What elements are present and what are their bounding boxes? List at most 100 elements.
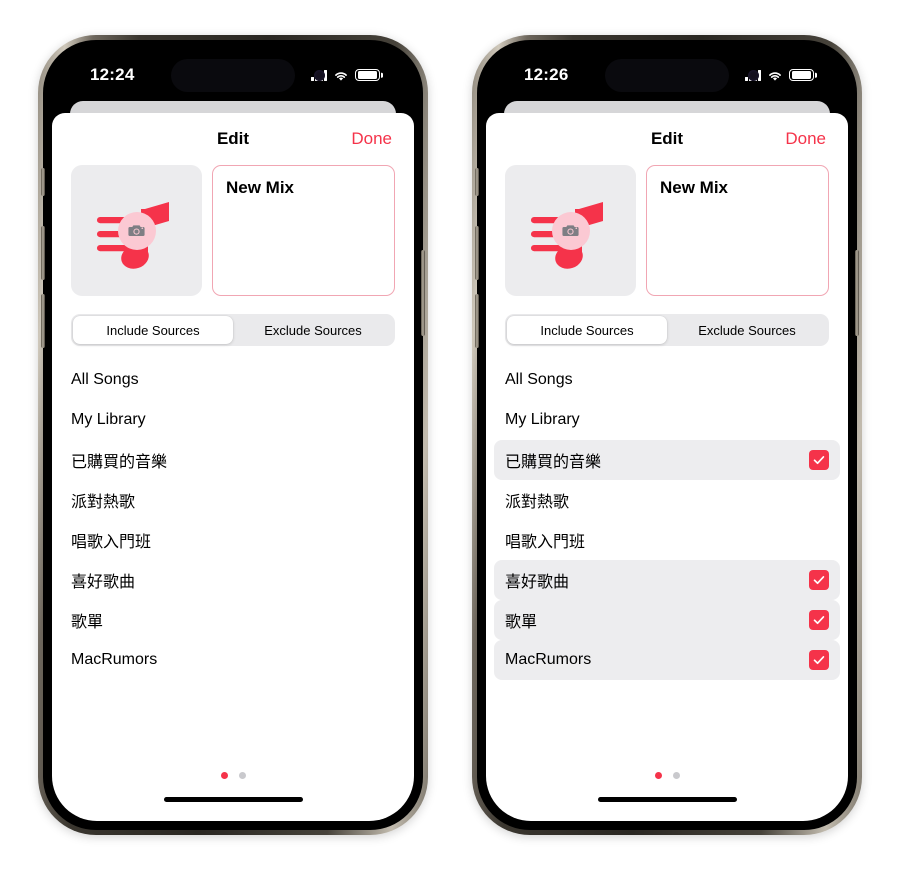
phone-right: 12:26 Edit Done New Mix Include Sources … xyxy=(472,35,862,835)
source-list-row[interactable]: 歌單 xyxy=(494,600,840,640)
playlist-header-row: New Mix xyxy=(486,165,848,296)
source-list-row[interactable]: MacRumors xyxy=(494,640,840,680)
volume-up-button[interactable] xyxy=(41,226,45,280)
camera-badge[interactable] xyxy=(551,211,590,250)
source-list-row[interactable]: 喜好歌曲 xyxy=(494,560,840,600)
dynamic-island xyxy=(605,59,759,92)
source-list-row[interactable]: All Songs xyxy=(494,360,840,400)
status-bar-clock: 12:24 xyxy=(90,65,135,84)
segmented-control: Include Sources Exclude Sources xyxy=(71,314,395,346)
page-dot[interactable] xyxy=(220,772,228,779)
source-list-row[interactable]: All Songs xyxy=(60,360,406,400)
source-list-row[interactable]: 派對熱歌 xyxy=(60,480,406,520)
device-screen: 12:26 Edit Done New Mix Include Sources … xyxy=(486,49,848,821)
segmented-control: Include Sources Exclude Sources xyxy=(505,314,829,346)
silent-switch-button[interactable] xyxy=(475,168,479,196)
wifi-icon xyxy=(333,69,349,81)
source-mode-toggle: Include Sources Exclude Sources xyxy=(486,296,848,346)
source-list-row[interactable]: 已購買的音樂 xyxy=(494,440,840,480)
page-dot[interactable] xyxy=(238,772,246,779)
source-label: 派對熱歌 xyxy=(505,494,570,511)
home-indicator[interactable] xyxy=(486,797,848,821)
source-label: 唱歌入門班 xyxy=(505,534,586,551)
source-list-row[interactable]: 派對熱歌 xyxy=(494,480,840,520)
source-label: My Library xyxy=(71,411,146,428)
source-label: 派對熱歌 xyxy=(71,494,136,511)
status-bar-clock: 12:26 xyxy=(524,65,569,84)
playlist-artwork-picker[interactable] xyxy=(71,165,202,296)
source-label: 喜好歌曲 xyxy=(71,574,136,591)
camera-icon xyxy=(562,225,579,237)
checkmark-icon xyxy=(813,656,825,665)
front-camera-icon xyxy=(314,70,325,81)
checkbox-checked[interactable] xyxy=(809,650,829,670)
page-dot[interactable] xyxy=(672,772,680,779)
checkmark-icon xyxy=(813,576,825,585)
playlist-name-input[interactable]: New Mix xyxy=(212,165,395,296)
volume-down-button[interactable] xyxy=(41,294,45,348)
device-screen: 12:24 Edit Done New Mix Include Sources … xyxy=(52,49,414,821)
source-label: All Songs xyxy=(71,371,139,388)
source-list-row[interactable]: 唱歌入門班 xyxy=(60,520,406,560)
power-button[interactable] xyxy=(855,250,859,336)
source-label: 歌單 xyxy=(505,614,538,631)
battery-icon xyxy=(355,68,380,82)
page-indicator[interactable] xyxy=(486,772,848,797)
edit-playlist-sheet: Edit Done New Mix Include Sources Exclud… xyxy=(486,113,848,821)
checkmark-icon xyxy=(813,616,825,625)
segment-include-sources[interactable]: Include Sources xyxy=(73,316,233,344)
checkbox-checked[interactable] xyxy=(809,570,829,590)
segment-exclude-sources[interactable]: Exclude Sources xyxy=(233,316,393,344)
phone-left: 12:24 Edit Done New Mix Include Sources … xyxy=(38,35,428,835)
page-dot[interactable] xyxy=(654,772,662,779)
page-indicator[interactable] xyxy=(52,772,414,797)
checkmark-icon xyxy=(813,456,825,465)
segment-include-sources[interactable]: Include Sources xyxy=(507,316,667,344)
page-title: Edit xyxy=(216,129,250,148)
battery-icon xyxy=(789,68,814,82)
checkbox-checked[interactable] xyxy=(809,450,829,470)
playlist-header-row: New Mix xyxy=(52,165,414,296)
source-label: 歌單 xyxy=(71,614,104,631)
source-list-row[interactable]: 唱歌入門班 xyxy=(494,520,840,560)
home-indicator[interactable] xyxy=(52,797,414,821)
source-label: MacRumors xyxy=(71,651,158,668)
source-list-row[interactable]: 歌單 xyxy=(60,600,406,640)
playlist-name-value: New Mix xyxy=(226,178,295,197)
source-label: 喜好歌曲 xyxy=(505,574,570,591)
playlist-name-input[interactable]: New Mix xyxy=(646,165,829,296)
device-bezel: 12:26 Edit Done New Mix Include Sources … xyxy=(475,40,859,830)
playlist-name-value: New Mix xyxy=(660,178,729,197)
source-list-row[interactable]: 已購買的音樂 xyxy=(60,440,406,480)
power-button[interactable] xyxy=(421,250,425,336)
sheet-navbar: Edit Done xyxy=(52,113,414,165)
source-label: 已購買的音樂 xyxy=(505,454,602,471)
segment-exclude-sources[interactable]: Exclude Sources xyxy=(667,316,827,344)
status-bar: 12:24 xyxy=(52,49,414,101)
source-label: 已購買的音樂 xyxy=(71,454,168,471)
silent-switch-button[interactable] xyxy=(41,168,45,196)
device-bezel: 12:24 Edit Done New Mix Include Sources … xyxy=(41,40,425,830)
done-button[interactable]: Done xyxy=(785,129,826,149)
front-camera-icon xyxy=(748,70,759,81)
source-list-row[interactable]: MacRumors xyxy=(60,640,406,680)
page-title: Edit xyxy=(650,129,684,148)
camera-badge[interactable] xyxy=(117,211,156,250)
source-list: All Songs My Library 已購買的音樂 派對熱歌唱歌入門班喜好歌曲歌單… xyxy=(486,346,848,772)
done-button[interactable]: Done xyxy=(351,129,392,149)
sheet-navbar: Edit Done xyxy=(486,113,848,165)
playlist-artwork-picker[interactable] xyxy=(505,165,636,296)
volume-up-button[interactable] xyxy=(475,226,479,280)
dynamic-island xyxy=(171,59,325,92)
edit-playlist-sheet: Edit Done New Mix Include Sources Exclud… xyxy=(52,113,414,821)
source-list: All Songs My Library 已購買的音樂 派對熱歌唱歌入門班喜好歌曲歌單… xyxy=(52,346,414,772)
source-label: My Library xyxy=(505,411,580,428)
source-label: 唱歌入門班 xyxy=(71,534,152,551)
source-mode-toggle: Include Sources Exclude Sources xyxy=(52,296,414,346)
status-bar: 12:26 xyxy=(486,49,848,101)
source-list-row[interactable]: My Library xyxy=(60,400,406,440)
checkbox-checked[interactable] xyxy=(809,610,829,630)
source-list-row[interactable]: My Library xyxy=(494,400,840,440)
volume-down-button[interactable] xyxy=(475,294,479,348)
source-list-row[interactable]: 喜好歌曲 xyxy=(60,560,406,600)
